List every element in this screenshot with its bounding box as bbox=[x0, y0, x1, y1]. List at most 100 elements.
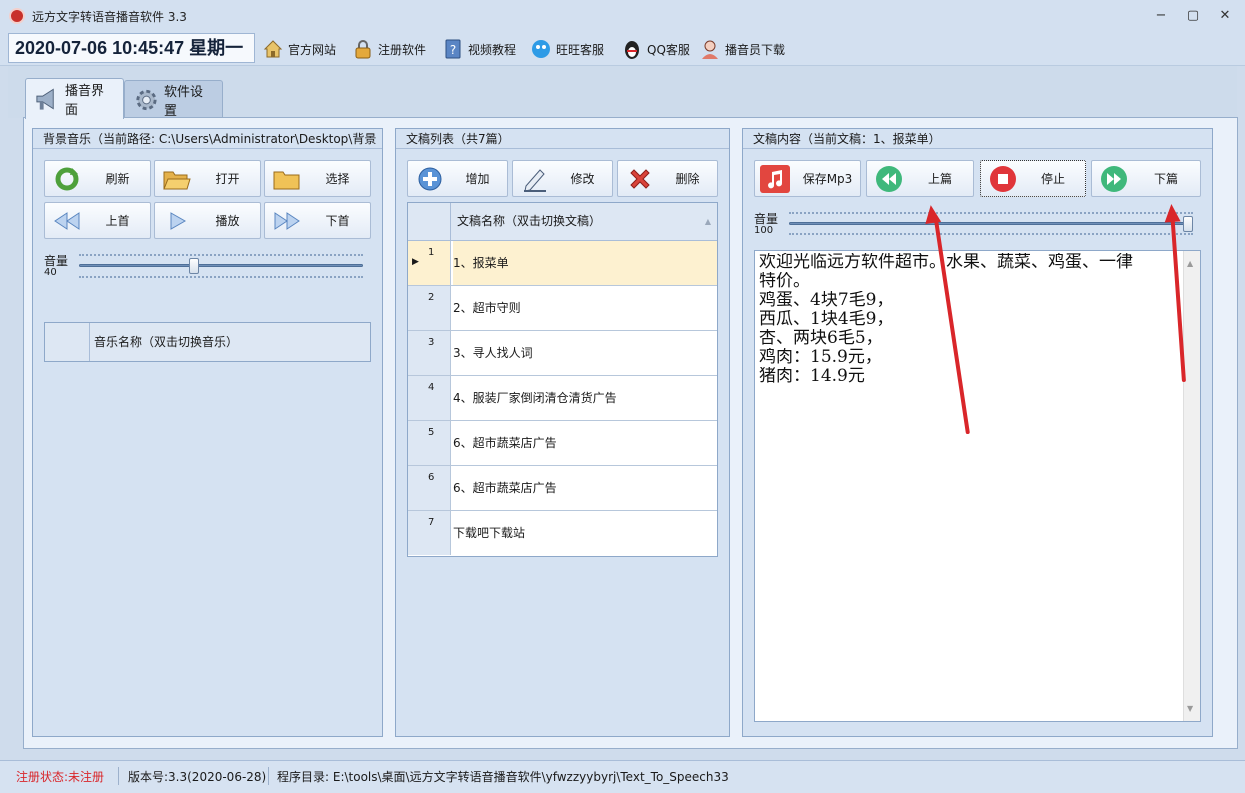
save-mp3-label: 保存Mp3 bbox=[802, 172, 853, 186]
text-line: 猪肉：14.9元 bbox=[759, 367, 865, 386]
play-button[interactable]: 播放 bbox=[154, 202, 261, 239]
row-header: 4 bbox=[408, 376, 451, 420]
table-row[interactable]: 2 2、超市守则 bbox=[408, 286, 717, 331]
music-volume-value: 40 bbox=[44, 267, 57, 278]
row-header: 3 bbox=[408, 331, 451, 375]
document-content-panel: 文稿内容（当前文稿：1、报菜单） 保存Mp3 上篇 停止 下篇 音量 100 欢… bbox=[742, 128, 1213, 737]
wangwang-service-link[interactable]: 旺旺客服 bbox=[530, 36, 604, 62]
previous-document-button[interactable]: 上篇 bbox=[866, 160, 974, 197]
select-button[interactable]: 选择 bbox=[264, 160, 371, 197]
register-link[interactable]: 注册软件 bbox=[352, 36, 426, 62]
music-volume-label: 音量 bbox=[44, 254, 69, 268]
document-text-editor[interactable]: 欢迎光临远方软件超市。水果、蔬菜、鸡蛋、一律 特价。 鸡蛋、4块7毛9， 西瓜、… bbox=[754, 250, 1201, 722]
open-button[interactable]: 打开 bbox=[154, 160, 261, 197]
status-divider bbox=[268, 767, 269, 785]
table-row[interactable]: 1 ▶ 1、报菜单 bbox=[408, 241, 717, 286]
previous-document-label: 上篇 bbox=[927, 172, 952, 186]
version-info: 版本号:3.3(2020-06-28) bbox=[128, 770, 267, 784]
delete-x-icon bbox=[626, 166, 654, 192]
video-tutorial-link[interactable]: ? 视频教程 bbox=[442, 36, 516, 62]
sort-arrow-icon: ▲ bbox=[704, 217, 711, 226]
qq-label: QQ客服 bbox=[647, 42, 690, 57]
tab-settings[interactable]: 软件设置 bbox=[124, 80, 223, 119]
announcer-download-link[interactable]: 播音员下载 bbox=[699, 36, 785, 62]
doc-panel-title: 文稿列表（共7篇） bbox=[396, 129, 729, 149]
maximize-button[interactable]: ▢ bbox=[1182, 6, 1204, 26]
register-label: 注册软件 bbox=[378, 42, 427, 57]
music-volume-ticks-top bbox=[79, 254, 363, 256]
play-icon bbox=[163, 208, 191, 234]
music-panel-title: 背景音乐（当前路径: C:\Users\Administrator\Deskto… bbox=[33, 129, 382, 149]
annotation-arrowhead-next bbox=[1163, 203, 1181, 223]
official-site-link[interactable]: 官方网站 bbox=[262, 36, 336, 62]
document-name-cell[interactable]: 6、超市蔬菜店广告 bbox=[453, 421, 717, 465]
stop-icon bbox=[989, 166, 1017, 192]
next-icon bbox=[1100, 166, 1128, 192]
document-name-cell[interactable]: 2、超市守则 bbox=[453, 286, 717, 330]
edit-document-label: 修改 bbox=[570, 172, 595, 186]
music-list-grid[interactable]: 音乐名称（双击切换音乐） bbox=[44, 322, 371, 362]
delete-document-label: 删除 bbox=[675, 172, 700, 186]
next-track-button[interactable]: 下首 bbox=[264, 202, 371, 239]
top-toolbar: 2020-07-06 10:45:47 星期一 官方网站 注册软件 ? 视频教程… bbox=[0, 30, 1245, 66]
save-mp3-button[interactable]: 保存Mp3 bbox=[754, 160, 861, 197]
rewind-icon bbox=[53, 208, 81, 234]
music-note-icon bbox=[760, 165, 790, 193]
table-row[interactable]: 3 3、寻人找人词 bbox=[408, 331, 717, 376]
folder-icon bbox=[273, 166, 301, 192]
speech-volume-thumb[interactable] bbox=[1183, 216, 1193, 232]
megaphone-icon bbox=[36, 88, 54, 110]
table-row[interactable]: 6 6、超市蔬菜店广告 bbox=[408, 466, 717, 511]
announcer-label: 播音员下载 bbox=[725, 42, 786, 57]
minimize-button[interactable]: − bbox=[1150, 6, 1172, 26]
doc-grid-header[interactable]: 文稿名称（双击切换文稿） bbox=[457, 203, 601, 240]
add-document-label: 增加 bbox=[465, 172, 490, 186]
doc-grid-corner bbox=[408, 203, 451, 240]
row-number: 6 bbox=[428, 472, 435, 483]
text-line: 欢迎光临远方软件超市。水果、蔬菜、鸡蛋、一律 bbox=[759, 253, 1133, 272]
stop-button[interactable]: 停止 bbox=[980, 160, 1086, 197]
music-volume-slider[interactable] bbox=[79, 264, 363, 267]
document-name-cell[interactable]: 3、寻人找人词 bbox=[453, 331, 717, 375]
editor-scrollbar[interactable]: ▲ ▼ bbox=[1183, 251, 1200, 721]
qq-service-link[interactable]: QQ客服 bbox=[621, 36, 690, 62]
music-volume-thumb[interactable] bbox=[188, 258, 199, 274]
table-row[interactable]: 7 下载吧下载站 bbox=[408, 511, 717, 556]
previous-track-button[interactable]: 上首 bbox=[44, 202, 151, 239]
row-number: 5 bbox=[428, 427, 435, 438]
registration-status: 注册状态:未注册 bbox=[16, 770, 105, 784]
home-icon bbox=[263, 40, 283, 58]
tab-broadcast[interactable]: 播音界面 bbox=[25, 78, 124, 119]
text-line: 鸡肉：15.9元， bbox=[759, 348, 882, 367]
text-line: 鸡蛋、4块7毛9， bbox=[759, 291, 894, 310]
help-book-icon: ? bbox=[445, 39, 461, 59]
document-name-cell[interactable]: 6、超市蔬菜店广告 bbox=[453, 466, 717, 510]
app-logo-icon bbox=[9, 8, 25, 24]
table-row[interactable]: 5 6、超市蔬菜店广告 bbox=[408, 421, 717, 466]
qq-penguin-icon bbox=[625, 41, 639, 59]
speech-volume-slider[interactable] bbox=[789, 222, 1193, 225]
refresh-button[interactable]: 刷新 bbox=[44, 160, 151, 197]
table-row[interactable]: 4 4、服装厂家倒闭清仓清货广告 bbox=[408, 376, 717, 421]
scroll-up-icon[interactable]: ▲ bbox=[1187, 254, 1193, 273]
row-pointer-icon: ▶ bbox=[412, 257, 419, 267]
row-header: 5 bbox=[408, 421, 451, 465]
document-grid: 文稿名称（双击切换文稿） ▲ 1 ▶ 1、报菜单 2 2、超市守则 3 3、寻人… bbox=[407, 202, 718, 557]
previous-icon bbox=[875, 166, 903, 192]
previous-track-label: 上首 bbox=[105, 214, 130, 228]
delete-document-button[interactable]: 删除 bbox=[617, 160, 718, 197]
document-name-cell[interactable]: 1、报菜单 bbox=[453, 241, 717, 285]
document-list-panel: 文稿列表（共7篇） 增加 修改 删除 文稿名称（双击切换文稿） ▲ 1 ▶ 1、… bbox=[395, 128, 730, 737]
speech-volume-ticks-bottom bbox=[789, 233, 1193, 235]
scroll-down-icon[interactable]: ▼ bbox=[1187, 699, 1193, 718]
document-name-cell[interactable]: 4、服装厂家倒闭清仓清货广告 bbox=[453, 376, 717, 420]
add-document-button[interactable]: 增加 bbox=[407, 160, 508, 197]
official-site-label: 官方网站 bbox=[288, 42, 337, 57]
next-document-button[interactable]: 下篇 bbox=[1091, 160, 1201, 197]
annotation-arrowhead-previous bbox=[922, 203, 942, 225]
edit-document-button[interactable]: 修改 bbox=[512, 160, 613, 197]
music-grid-header[interactable]: 音乐名称（双击切换音乐） bbox=[94, 323, 238, 361]
text-line: 杏、两块6毛5， bbox=[759, 329, 883, 348]
close-button[interactable]: ✕ bbox=[1214, 6, 1236, 26]
document-name-cell[interactable]: 下载吧下载站 bbox=[453, 511, 717, 555]
